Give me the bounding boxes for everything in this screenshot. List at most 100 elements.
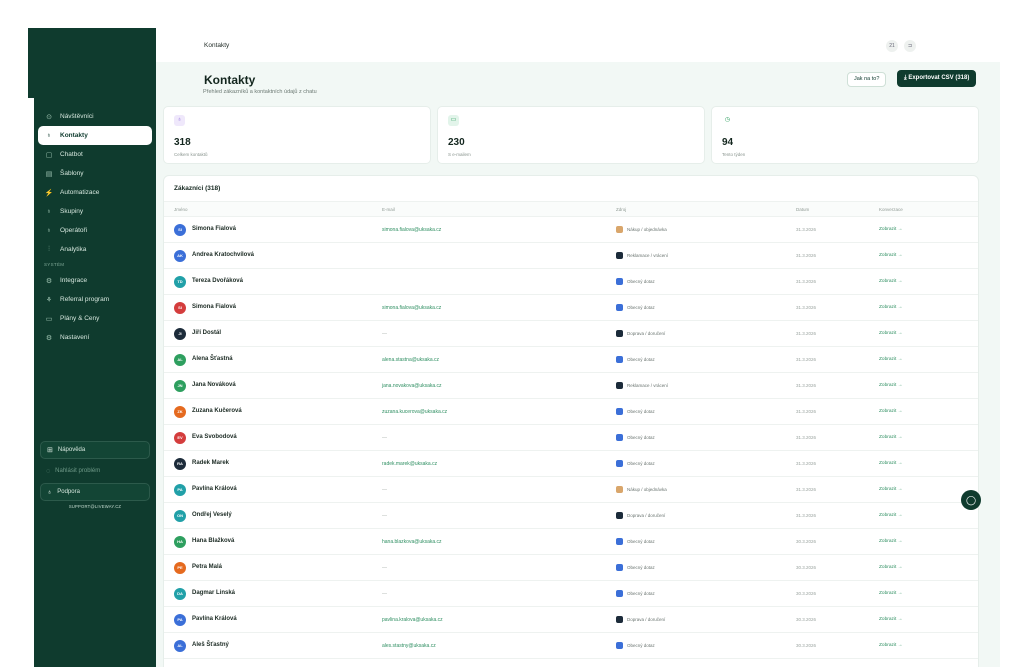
support-email[interactable]: SUPPORT@LIVEWAY.CZ <box>40 504 150 509</box>
table-row[interactable]: PE Petra Malá — Obecný dotaz 30.3.2026 Zobraz… <box>164 555 978 581</box>
view-conversation-link[interactable]: Zobrazit → <box>879 435 902 440</box>
sidebar-item-contacts[interactable]: ♁ Kontakty <box>38 126 152 145</box>
view-conversation-link[interactable]: Zobrazit → <box>879 357 902 362</box>
customer-email[interactable]: ales.stastny@uksaka.cz <box>382 643 436 649</box>
table-row[interactable]: HA Hana Blažková hana.blazkova@uksaka.cz Ob… <box>164 529 978 555</box>
stat-label: S e-mailem <box>448 152 471 157</box>
customer-email[interactable]: alena.stastna@uksaka.cz <box>382 357 439 363</box>
sidebar-item-automation[interactable]: ⚡ Automatizace <box>34 183 156 202</box>
view-conversation-link[interactable]: Zobrazit → <box>879 643 902 648</box>
view-conversation-link[interactable]: Zobrazit → <box>879 383 902 388</box>
col-email: E-mail <box>382 207 395 212</box>
view-conversation-link[interactable]: Zobrazit → <box>879 305 902 310</box>
avatar: HA <box>174 536 186 548</box>
sidebar-item-operators[interactable]: ♁ Operátoři <box>34 221 156 240</box>
mail-icon: ▭ <box>448 115 459 126</box>
customer-email[interactable]: — <box>382 487 387 493</box>
customer-email[interactable]: pavlina.kralova@uksaka.cz <box>382 617 443 623</box>
avatar: JI <box>174 328 186 340</box>
avatar: PA <box>174 484 186 496</box>
sidebar-item-label: Chatbot <box>60 151 83 158</box>
date: 31.3.2026 <box>796 305 817 310</box>
sidebar-item-templates[interactable]: ▤ Šablony <box>34 164 156 183</box>
sidebar-item-label: Analytika <box>60 246 87 253</box>
customer-email[interactable]: — <box>382 331 387 337</box>
gear-icon: ⚙ <box>45 334 53 342</box>
help-link[interactable]: ⊞ Nápověda <box>40 441 150 459</box>
customer-email[interactable]: — <box>382 565 387 571</box>
table-row[interactable]: JN Jana Nováková jana.novakova@uksaka.cz Re… <box>164 373 978 399</box>
sidebar: ⊙ Návštěvníci ♁ Kontakty ▢ Chatbot ▤ Šab… <box>34 28 156 667</box>
app-root: ⊙ Návštěvníci ♁ Kontakty ▢ Chatbot ▤ Šab… <box>0 0 1024 667</box>
table-row[interactable]: SI Simona Fialová simona.fialova@uksaka.cz… <box>164 295 978 321</box>
customer-email[interactable]: zuzana.kucerova@uksaka.cz <box>382 409 447 415</box>
view-conversation-link[interactable]: Zobrazit → <box>879 617 902 622</box>
col-name: Jméno <box>174 207 188 212</box>
table-header: Jméno E-mail Zdroj Datum Konverzace <box>164 201 978 217</box>
source-icon <box>616 538 623 545</box>
date: 31.3.2026 <box>796 409 817 414</box>
source-label: Obecný dotaz <box>627 643 655 648</box>
view-conversation-link[interactable]: Zobrazit → <box>879 487 902 492</box>
view-conversation-link[interactable]: Zobrazit → <box>879 331 902 336</box>
avatar: AL <box>174 354 186 366</box>
customer-email[interactable]: — <box>382 591 387 597</box>
view-conversation-link[interactable]: Zobrazit → <box>879 591 902 596</box>
customer-email[interactable]: simona.fialova@uksaka.cz <box>382 227 441 233</box>
sidebar-item-analytics[interactable]: ⫶ Analytika <box>34 240 156 259</box>
customer-email[interactable]: — <box>382 513 387 519</box>
support-button[interactable]: ♁ Podpora <box>40 483 150 501</box>
view-conversation-link[interactable]: Zobrazit → <box>879 513 902 518</box>
customer-email[interactable]: hana.blazkova@uksaka.cz <box>382 539 442 545</box>
sidebar-item-visitors[interactable]: ⊙ Návštěvníci <box>34 107 156 126</box>
sidebar-item-groups[interactable]: ♁ Skupiny <box>34 202 156 221</box>
table-row[interactable]: TD Tereza Dvořáková Obecný dotaz 31.3.2026 Z… <box>164 269 978 295</box>
table-row[interactable]: ON Ondřej Veselý — Doprava / doručení 31.3.2… <box>164 503 978 529</box>
customer-email[interactable]: — <box>382 435 387 441</box>
view-conversation-link[interactable]: Zobrazit → <box>879 565 902 570</box>
customer-email[interactable]: jana.novakova@uksaka.cz <box>382 383 442 389</box>
date: 31.3.2026 <box>796 461 817 466</box>
export-csv-button[interactable]: ⤓ Exportovat CSV (318) <box>897 70 977 87</box>
sidebar-item-label: Plány & Ceny <box>60 315 100 322</box>
customer-name: Alena Šťastná <box>192 356 233 362</box>
how-to-button[interactable]: Jak na to? <box>847 72 887 87</box>
avatar: PE <box>174 562 186 574</box>
table-row[interactable]: PA Pavlína Králová — Nákup / objednávka 31.3… <box>164 477 978 503</box>
analytics-icon: ⫶ <box>48 245 50 253</box>
sidebar-item-integrations[interactable]: ⚙ Integrace <box>34 271 156 290</box>
panel-toggle-button[interactable]: ⊐ <box>904 40 916 52</box>
table-row[interactable]: EV Eva Svobodová — Obecný dotaz 31.3.2026 Zob… <box>164 425 978 451</box>
table-row[interactable]: JI Jiří Dostál — Doprava / doručení 31.3.202… <box>164 321 978 347</box>
view-conversation-link[interactable]: Zobrazit → <box>879 227 902 232</box>
lightning-icon: ⚡ <box>44 189 54 197</box>
report-problem-link[interactable]: ◌ Nahlásit problém <box>40 462 150 480</box>
sidebar-item-label: Šablony <box>60 170 84 177</box>
sidebar-item-settings[interactable]: ⚙ Nastavení <box>34 328 156 347</box>
customer-email[interactable]: radek.marek@uksaka.cz <box>382 461 437 467</box>
card-icon: ▭ <box>45 315 53 323</box>
source-icon <box>616 226 623 233</box>
customer-email[interactable]: simona.fialova@uksaka.cz <box>382 305 441 311</box>
table-row[interactable]: DA Dagmar Linská — Obecný dotaz 30.3.2026 Zob… <box>164 581 978 607</box>
view-conversation-link[interactable]: Zobrazit → <box>879 279 902 284</box>
source-label: Obecný dotaz <box>627 539 655 544</box>
table-row[interactable]: AL Aleš Šťastný ales.stastny@uksaka.cz Obec… <box>164 633 978 659</box>
view-conversation-link[interactable]: Zobrazit → <box>879 253 902 258</box>
sidebar-item-plans[interactable]: ▭ Plány & Ceny <box>34 309 156 328</box>
table-row[interactable]: AK Andrea Kratochvílová Reklamace / vrácen… <box>164 243 978 269</box>
sidebar-item-chatbot[interactable]: ▢ Chatbot <box>34 145 156 164</box>
view-conversation-link[interactable]: Zobrazit → <box>879 409 902 414</box>
table-row[interactable]: AL Alena Šťastná alena.stastna@uksaka.cz Ob… <box>164 347 978 373</box>
date: 30.3.2026 <box>796 591 817 596</box>
view-conversation-link[interactable]: Zobrazit → <box>879 539 902 544</box>
table-row[interactable]: RA Radek Marek radek.marek@uksaka.cz Obecný… <box>164 451 978 477</box>
table-row[interactable]: ZK Zuzana Kučerová zuzana.kucerova@uksaka.… <box>164 399 978 425</box>
sidebar-item-referral[interactable]: ⚘ Referral program <box>34 290 156 309</box>
how-to-label: Jak na to? <box>854 76 880 82</box>
chat-widget-button[interactable]: ◯ <box>961 490 981 510</box>
table-row[interactable]: SI Simona Fialová simona.fialova@uksaka.cz… <box>164 217 978 243</box>
table-row[interactable]: PA Pavlína Králová pavlina.kralova@uksaka.… <box>164 607 978 633</box>
notifications-button[interactable]: 21 <box>886 40 898 52</box>
view-conversation-link[interactable]: Zobrazit → <box>879 461 902 466</box>
